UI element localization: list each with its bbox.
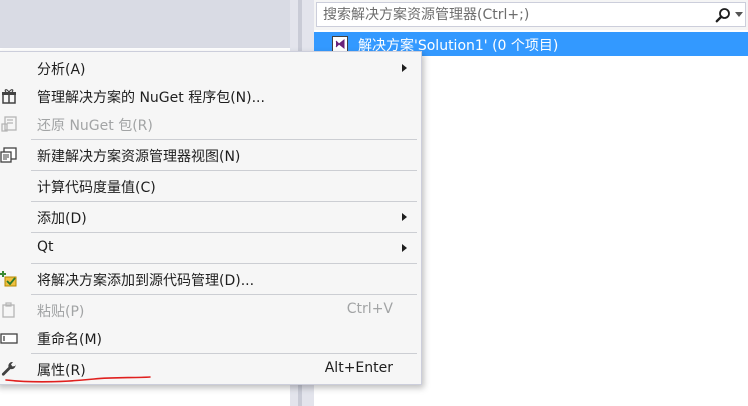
- menu-item-label: 新建解决方案资源管理器视图(N): [37, 149, 241, 165]
- menu-item-paste: 粘贴(P) Ctrl+V: [0, 296, 421, 324]
- menu-separator: [31, 294, 417, 295]
- menu-item-label: 粘贴(P): [37, 304, 85, 320]
- red-underline-annotation: [5, 376, 151, 383]
- menu-item-manage-nuget[interactable]: 管理解决方案的 NuGet 程序包(N)...: [0, 82, 421, 110]
- menu-item-analyze[interactable]: 分析(A): [0, 54, 421, 82]
- new-view-icon: [0, 147, 17, 163]
- solution-icon: [332, 36, 348, 52]
- rename-icon: [0, 333, 18, 344]
- solution-explorer-search[interactable]: [316, 2, 746, 27]
- menu-item-label: 管理解决方案的 NuGet 程序包(N)...: [37, 90, 265, 106]
- menu-separator: [31, 170, 417, 171]
- search-input[interactable]: [317, 3, 707, 26]
- menu-item-label: 计算代码度量值(C): [37, 180, 156, 196]
- add-source-control-icon: [0, 271, 17, 287]
- menu-item-new-explorer-view[interactable]: 新建解决方案资源管理器视图(N): [0, 141, 421, 169]
- menu-item-qt[interactable]: Qt: [0, 234, 421, 262]
- submenu-arrow-icon: [402, 244, 407, 252]
- submenu-arrow-icon: [402, 64, 407, 72]
- menu-separator: [31, 201, 417, 202]
- menu-separator: [31, 353, 417, 354]
- menu-item-label: 重命名(M): [37, 332, 103, 348]
- menu-item-label: 添加(D): [37, 211, 87, 227]
- submenu-arrow-icon: [402, 213, 407, 221]
- context-menu: 分析(A) 管理解决方案的 NuGet 程序包(N)... 还原 NuGet 包…: [0, 51, 422, 385]
- search-icon[interactable]: [715, 7, 731, 23]
- nuget-package-icon: [2, 89, 16, 104]
- menu-item-calculate-metrics[interactable]: 计算代码度量值(C): [0, 172, 421, 200]
- menu-item-label: Qt: [37, 239, 54, 255]
- menu-item-shortcut: Ctrl+V: [346, 301, 393, 317]
- paste-icon: [2, 302, 15, 318]
- menu-item-shortcut: Alt+Enter: [324, 360, 393, 376]
- menu-separator: [31, 139, 417, 140]
- menu-item-restore-nuget: 还原 NuGet 包(R): [0, 110, 421, 138]
- menu-separator: [31, 232, 417, 233]
- menu-item-label: 还原 NuGet 包(R): [37, 118, 153, 134]
- menu-item-add[interactable]: 添加(D): [0, 203, 421, 231]
- restore-packages-icon: [1, 116, 17, 132]
- menu-item-label: 分析(A): [37, 62, 86, 78]
- search-options-dropdown-icon[interactable]: [735, 12, 743, 17]
- menu-separator: [31, 263, 417, 264]
- menu-item-rename[interactable]: 重命名(M): [0, 324, 421, 352]
- menu-item-label: 将解决方案添加到源代码管理(D)...: [37, 273, 255, 289]
- editor-tab-strip: [0, 0, 290, 48]
- menu-item-add-to-source-control[interactable]: 将解决方案添加到源代码管理(D)...: [0, 265, 421, 293]
